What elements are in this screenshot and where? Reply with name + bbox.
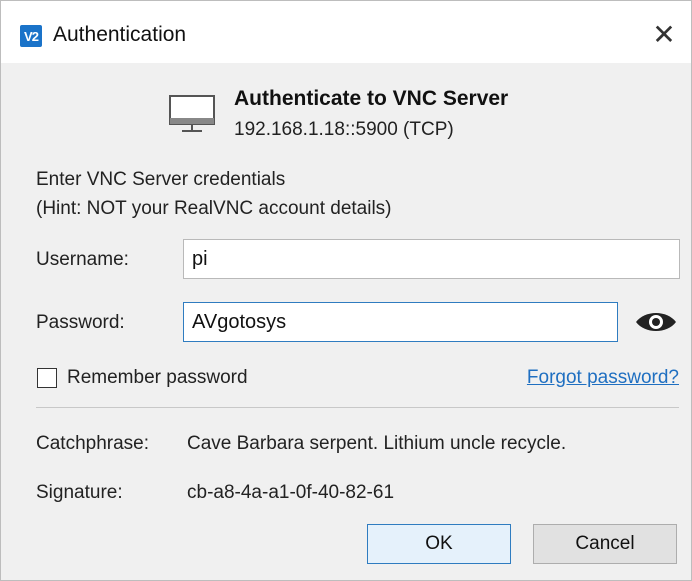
remember-password-checkbox[interactable] bbox=[37, 368, 57, 388]
username-label: Username: bbox=[36, 249, 129, 270]
ok-button[interactable]: OK bbox=[367, 524, 511, 564]
authentication-dialog: V2 Authentication ✕ Authenticate to VNC … bbox=[0, 0, 692, 581]
remember-password-label[interactable]: Remember password bbox=[67, 367, 248, 389]
catchphrase-label: Catchphrase: bbox=[36, 433, 150, 454]
close-button[interactable]: ✕ bbox=[649, 18, 679, 50]
monitor-icon bbox=[169, 95, 215, 132]
password-field[interactable]: AVgotosys bbox=[183, 302, 618, 342]
dialog-heading: Authenticate to VNC Server bbox=[234, 87, 509, 110]
credentials-hint: (Hint: NOT your RealVNC account details) bbox=[36, 198, 392, 219]
server-address: 192.168.1.18::5900 (TCP) bbox=[234, 119, 454, 140]
eye-icon[interactable] bbox=[633, 307, 679, 337]
catchphrase-value: Cave Barbara serpent. Lithium uncle recy… bbox=[187, 433, 567, 454]
close-icon: ✕ bbox=[652, 18, 676, 50]
title-bar: V2 Authentication ✕ bbox=[1, 1, 691, 63]
realvnc-logo-icon: V2 bbox=[20, 25, 42, 47]
signature-value: cb-a8-4a-a1-0f-40-82-61 bbox=[187, 482, 395, 503]
divider bbox=[36, 407, 679, 408]
password-label: Password: bbox=[36, 312, 125, 333]
forgot-password-link[interactable]: Forgot password? bbox=[527, 367, 679, 389]
window-title: Authentication bbox=[53, 23, 187, 46]
cancel-button[interactable]: Cancel bbox=[533, 524, 677, 564]
signature-label: Signature: bbox=[36, 482, 123, 503]
credentials-instruction: Enter VNC Server credentials bbox=[36, 169, 286, 190]
username-field[interactable]: pi bbox=[183, 239, 680, 279]
